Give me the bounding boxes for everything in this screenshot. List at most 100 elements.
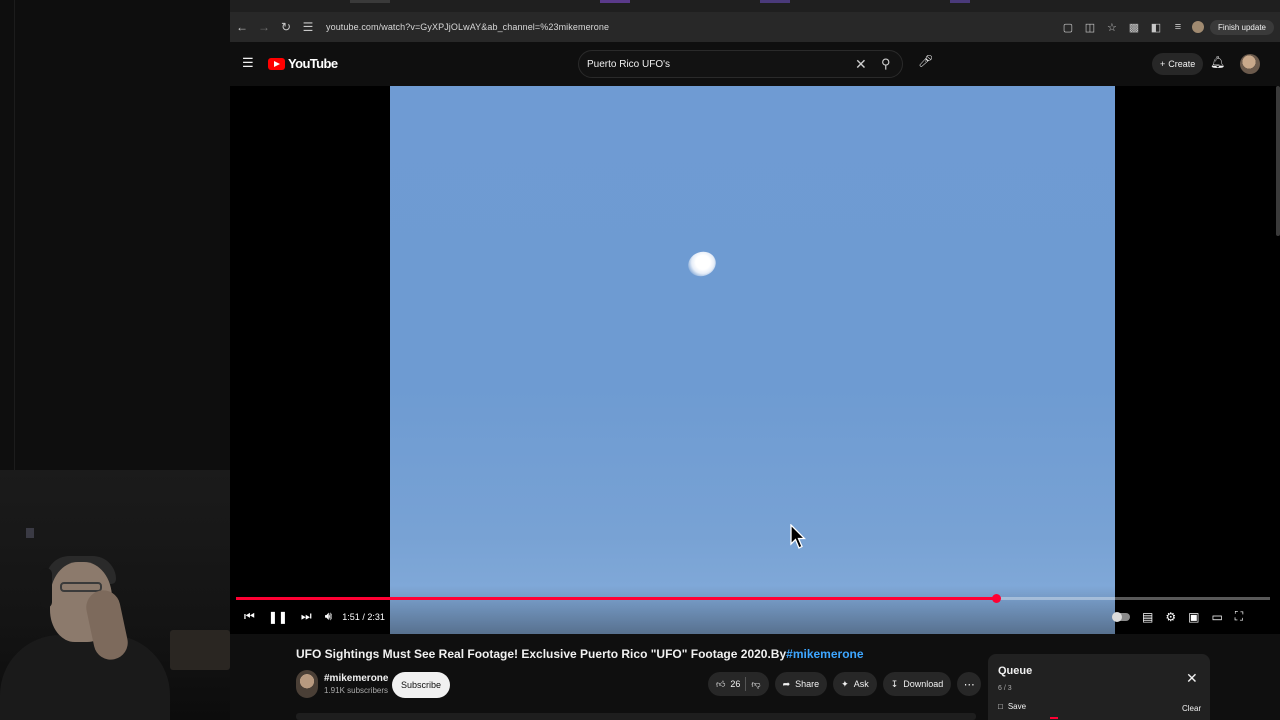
browser-toolbar: ▢ ◫ ☆ ▩ ◧ ≡ Finish update	[1060, 19, 1274, 35]
theater-icon[interactable]: ▭	[1211, 610, 1222, 624]
site-info-icon[interactable]: ☰	[298, 17, 318, 37]
subscribe-button[interactable]: Subscribe	[392, 672, 451, 698]
video-info: UFO Sightings Must See Real Footage! Exc…	[230, 634, 1280, 720]
video-title-hashtag[interactable]: #mikemerone	[786, 647, 863, 661]
menu-icon[interactable]: ☰	[242, 56, 256, 70]
tab[interactable]	[350, 0, 390, 3]
extensions-icon[interactable]: ▩	[1126, 21, 1142, 34]
search-box[interactable]: Puerto Rico UFO's ✕ ⚲	[578, 50, 903, 78]
create-label: Create	[1168, 59, 1196, 69]
queue-panel: Queue 6 / 3 ✕ □ Save Clear	[988, 654, 1210, 720]
url-text[interactable]: youtube.com/watch?v=GyXPJjOLwAY&ab_chann…	[326, 22, 1060, 32]
webcam-glasses	[60, 582, 102, 592]
account-avatar[interactable]	[1240, 54, 1260, 74]
youtube-play-icon	[268, 57, 285, 70]
queue-save-label: Save	[1007, 702, 1027, 711]
settings-icon[interactable]: ⚙︎	[1165, 610, 1176, 624]
channel-avatar[interactable]	[296, 670, 318, 698]
youtube-header: ☰ YouTube Puerto Rico UFO's ✕ ⚲ 🎤︎ + Cre…	[230, 42, 1280, 86]
webcam-background-object	[170, 630, 230, 670]
player-controls-left: ⏮︎ ❚❚ ⏭︎ 🔊︎ 1:51 / 2:31	[244, 609, 385, 624]
finish-update-button[interactable]: Finish update	[1209, 19, 1274, 35]
media-icon[interactable]: ≡	[1170, 21, 1186, 33]
ask-label: Ask	[853, 679, 869, 689]
clear-search-icon[interactable]: ✕	[855, 56, 867, 73]
back-icon[interactable]: ←	[232, 17, 252, 37]
player-controls-right: ▤ ⚙︎ ▣ ▭ ⛶	[1112, 609, 1243, 624]
scrollbar[interactable]	[1276, 86, 1280, 236]
queue-count: 6 / 3	[998, 685, 1012, 692]
video-frame[interactable]	[390, 86, 1115, 634]
dislike-icon[interactable]: 👎︎	[751, 679, 760, 690]
share-button[interactable]: ➦ Share	[774, 672, 828, 696]
queue-save-button[interactable]: □ Save	[998, 702, 1026, 711]
progress-bar[interactable]	[236, 594, 1270, 603]
channel-subscribers: 1.91K subscribers	[324, 686, 389, 695]
like-count[interactable]: 26	[730, 679, 740, 689]
desktop-background	[0, 0, 230, 470]
queue-clear-button[interactable]: Clear	[1182, 704, 1201, 713]
sidepanel-icon[interactable]: ◧	[1148, 21, 1164, 34]
description-box[interactable]	[296, 713, 976, 720]
star-icon[interactable]: ☆	[1104, 21, 1120, 34]
download-label: Download	[903, 679, 944, 689]
webcam-background-object	[26, 528, 34, 538]
bell-icon[interactable]: 🔔︎	[1210, 55, 1225, 69]
video-title: UFO Sightings Must See Real Footage! Exc…	[296, 647, 864, 661]
download-button[interactable]: ↧ Download	[882, 672, 952, 696]
queue-title: Queue	[998, 665, 1033, 677]
youtube-logo[interactable]: YouTube	[268, 56, 338, 71]
miniplayer-icon[interactable]: ▣	[1188, 610, 1199, 624]
plus-icon: +	[1160, 59, 1166, 69]
ask-icon: ✦	[841, 678, 849, 689]
like-icon[interactable]: 👍︎	[716, 679, 725, 690]
divider	[14, 0, 15, 470]
create-button[interactable]: + Create	[1152, 53, 1204, 75]
profile-avatar[interactable]	[1191, 21, 1204, 33]
channel-info: #mikemerone 1.91K subscribers	[296, 670, 388, 698]
logo-text: YouTube	[288, 56, 338, 71]
ask-button[interactable]: ✦ Ask	[833, 672, 877, 696]
address-bar: ← → ↻ ☰ youtube.com/watch?v=GyXPJjOLwAY&…	[230, 12, 1280, 42]
webcam-overlay	[0, 470, 230, 720]
video-title-text: UFO Sightings Must See Real Footage! Exc…	[296, 647, 787, 661]
ufo-object	[684, 247, 720, 281]
browser-window: ← → ↻ ☰ youtube.com/watch?v=GyXPJjOLwAY&…	[230, 0, 1280, 720]
fullscreen-icon[interactable]: ⛶	[1235, 609, 1243, 624]
more-icon[interactable]: ⋯	[957, 672, 982, 696]
tab[interactable]	[600, 0, 630, 3]
share-icon: ➦	[782, 678, 791, 689]
webcam-headphones	[40, 568, 52, 608]
search-input[interactable]: Puerto Rico UFO's	[587, 59, 670, 70]
time-display: 1:51 / 2:31	[342, 611, 385, 622]
like-dislike-group: 👍︎ 26 👎︎	[708, 672, 769, 696]
close-icon[interactable]: ✕	[1186, 670, 1198, 687]
progress-played	[236, 597, 996, 600]
install-icon[interactable]: ▢	[1060, 21, 1076, 34]
tab[interactable]	[760, 0, 790, 3]
tab-strip	[230, 0, 1280, 12]
divider	[745, 677, 747, 691]
video-player[interactable]: ⏮︎ ❚❚ ⏭︎ 🔊︎ 1:51 / 2:31 ▤ ⚙︎ ▣ ▭ ⛶	[230, 86, 1280, 634]
autoplay-toggle[interactable]	[1112, 611, 1130, 622]
share-label: Share	[795, 679, 820, 689]
captions-icon[interactable]: ▤	[1142, 610, 1153, 624]
forward-icon[interactable]: →	[254, 17, 274, 37]
search-icon[interactable]: ⚲	[881, 56, 891, 72]
progress-scrubber[interactable]	[991, 594, 1001, 603]
tab[interactable]	[950, 0, 970, 3]
mic-icon[interactable]: 🎤︎	[918, 54, 933, 68]
translate-icon[interactable]: ◫	[1082, 21, 1098, 34]
queue-indicator	[1050, 717, 1058, 719]
channel-name[interactable]: #mikemerone	[324, 673, 388, 684]
reload-icon[interactable]: ↻	[276, 17, 296, 37]
prev-icon[interactable]: ⏮︎	[244, 609, 255, 624]
bookmark-icon: □	[998, 702, 1003, 711]
download-icon: ↧	[890, 678, 899, 689]
pause-icon[interactable]: ❚❚	[268, 610, 288, 624]
video-actions: 👍︎ 26 👎︎ ➦ Share ✦ Ask ↧ Download ⋯	[708, 672, 982, 696]
channel-text: #mikemerone 1.91K subscribers	[318, 673, 388, 695]
volume-icon[interactable]: 🔊︎	[325, 609, 333, 624]
next-icon[interactable]: ⏭︎	[301, 609, 312, 624]
webcam-person-body	[0, 635, 170, 720]
